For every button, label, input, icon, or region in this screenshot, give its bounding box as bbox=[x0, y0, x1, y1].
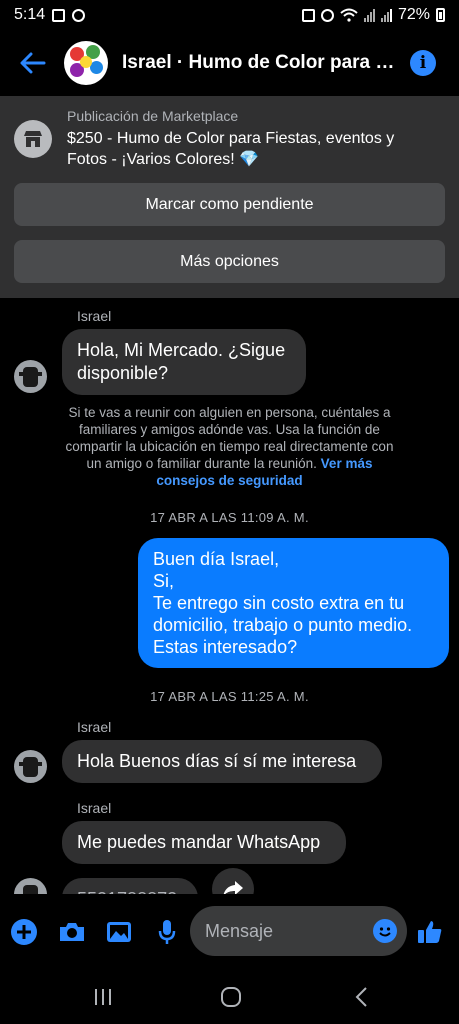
camera-button[interactable] bbox=[57, 894, 87, 970]
incoming-message-partial[interactable]: 5531788873 bbox=[62, 878, 198, 894]
recent-apps-icon bbox=[95, 989, 111, 1005]
marketplace-store-icon bbox=[14, 120, 52, 158]
forward-button[interactable] bbox=[212, 868, 254, 894]
status-bar: 5:14 72% bbox=[0, 0, 459, 30]
marketplace-listing-panel: Publicación de Marketplace $250 - Humo d… bbox=[0, 96, 459, 298]
peer-avatar[interactable] bbox=[14, 878, 47, 894]
outgoing-line: Si, bbox=[153, 571, 175, 591]
status-time: 5:14 bbox=[14, 6, 46, 23]
outgoing-line: Estas interesado? bbox=[153, 637, 298, 657]
listing-title[interactable]: $250 - Humo de Color para Fiestas, event… bbox=[67, 128, 417, 170]
add-button[interactable] bbox=[9, 894, 39, 970]
home-icon bbox=[221, 987, 241, 1007]
conversation-title[interactable]: Israel · Humo de Color para Fiestas bbox=[122, 52, 400, 74]
more-options-button[interactable]: Más opciones bbox=[14, 240, 445, 283]
timestamp: 17 ABR A LAS 11:09 A. M. bbox=[150, 510, 309, 525]
peer-avatar[interactable] bbox=[14, 360, 47, 393]
facebook-notification-icon bbox=[72, 8, 86, 22]
incoming-message[interactable]: Hola, Mi Mercado. ¿Sigue disponible? bbox=[62, 329, 306, 395]
voice-button[interactable] bbox=[152, 894, 182, 970]
mark-pending-button[interactable]: Marcar como pendiente bbox=[14, 183, 445, 226]
message-thread[interactable]: Israel Hola, Mi Mercado. ¿Sigue disponib… bbox=[0, 298, 459, 894]
emoji-icon bbox=[379, 927, 391, 937]
system-back-icon bbox=[355, 987, 367, 1007]
gallery-notification-icon bbox=[52, 8, 66, 22]
thumbs-up-icon bbox=[418, 921, 442, 943]
alarm-icon bbox=[320, 8, 334, 22]
screenshot-icon bbox=[301, 8, 315, 22]
camera-icon bbox=[60, 923, 84, 941]
marketplace-label: Publicación de Marketplace bbox=[67, 108, 239, 124]
back-button[interactable] bbox=[18, 48, 48, 78]
recent-apps-button[interactable] bbox=[88, 982, 118, 1012]
gallery-button[interactable] bbox=[104, 894, 134, 970]
seller-avatar[interactable] bbox=[64, 41, 108, 85]
safety-notice: Si te vas a reunir con alguien en person… bbox=[62, 404, 397, 489]
timestamp: 17 ABR A LAS 11:25 A. M. bbox=[150, 689, 309, 704]
like-button[interactable] bbox=[415, 894, 445, 970]
outgoing-line: Buen día Israel, bbox=[153, 549, 280, 569]
incoming-message[interactable]: Me puedes mandar WhatsApp bbox=[62, 821, 346, 864]
composer-bar bbox=[0, 894, 459, 970]
forward-icon bbox=[223, 881, 243, 894]
signal-icon bbox=[363, 8, 375, 22]
image-icon bbox=[107, 922, 131, 942]
message-input-wrapper bbox=[190, 906, 407, 956]
signal-icon-2 bbox=[380, 8, 392, 22]
battery-percent: 72% bbox=[397, 6, 430, 23]
back-arrow-icon bbox=[20, 52, 46, 74]
home-button[interactable] bbox=[216, 982, 246, 1012]
incoming-message[interactable]: Hola Buenos días sí sí me interesa bbox=[62, 740, 382, 783]
system-nav-bar bbox=[0, 970, 459, 1024]
emoji-button[interactable] bbox=[373, 919, 397, 943]
sender-name: Israel bbox=[77, 308, 112, 324]
chat-header: Israel · Humo de Color para Fiestas i bbox=[0, 30, 459, 96]
peer-avatar[interactable] bbox=[14, 750, 47, 783]
message-input[interactable] bbox=[205, 920, 355, 942]
sender-name: Israel bbox=[77, 800, 112, 816]
outgoing-line: Te entrego sin costo extra en tu domicil… bbox=[153, 593, 413, 635]
microphone-icon bbox=[158, 920, 176, 944]
plus-icon bbox=[11, 919, 37, 945]
sender-name: Israel bbox=[77, 719, 112, 735]
system-back-button[interactable] bbox=[346, 982, 376, 1012]
outgoing-message[interactable]: Buen día Israel, Si, Te entrego sin cost… bbox=[138, 538, 449, 668]
battery-icon bbox=[436, 8, 445, 22]
wifi-icon bbox=[340, 8, 358, 22]
info-icon[interactable]: i bbox=[410, 50, 436, 76]
